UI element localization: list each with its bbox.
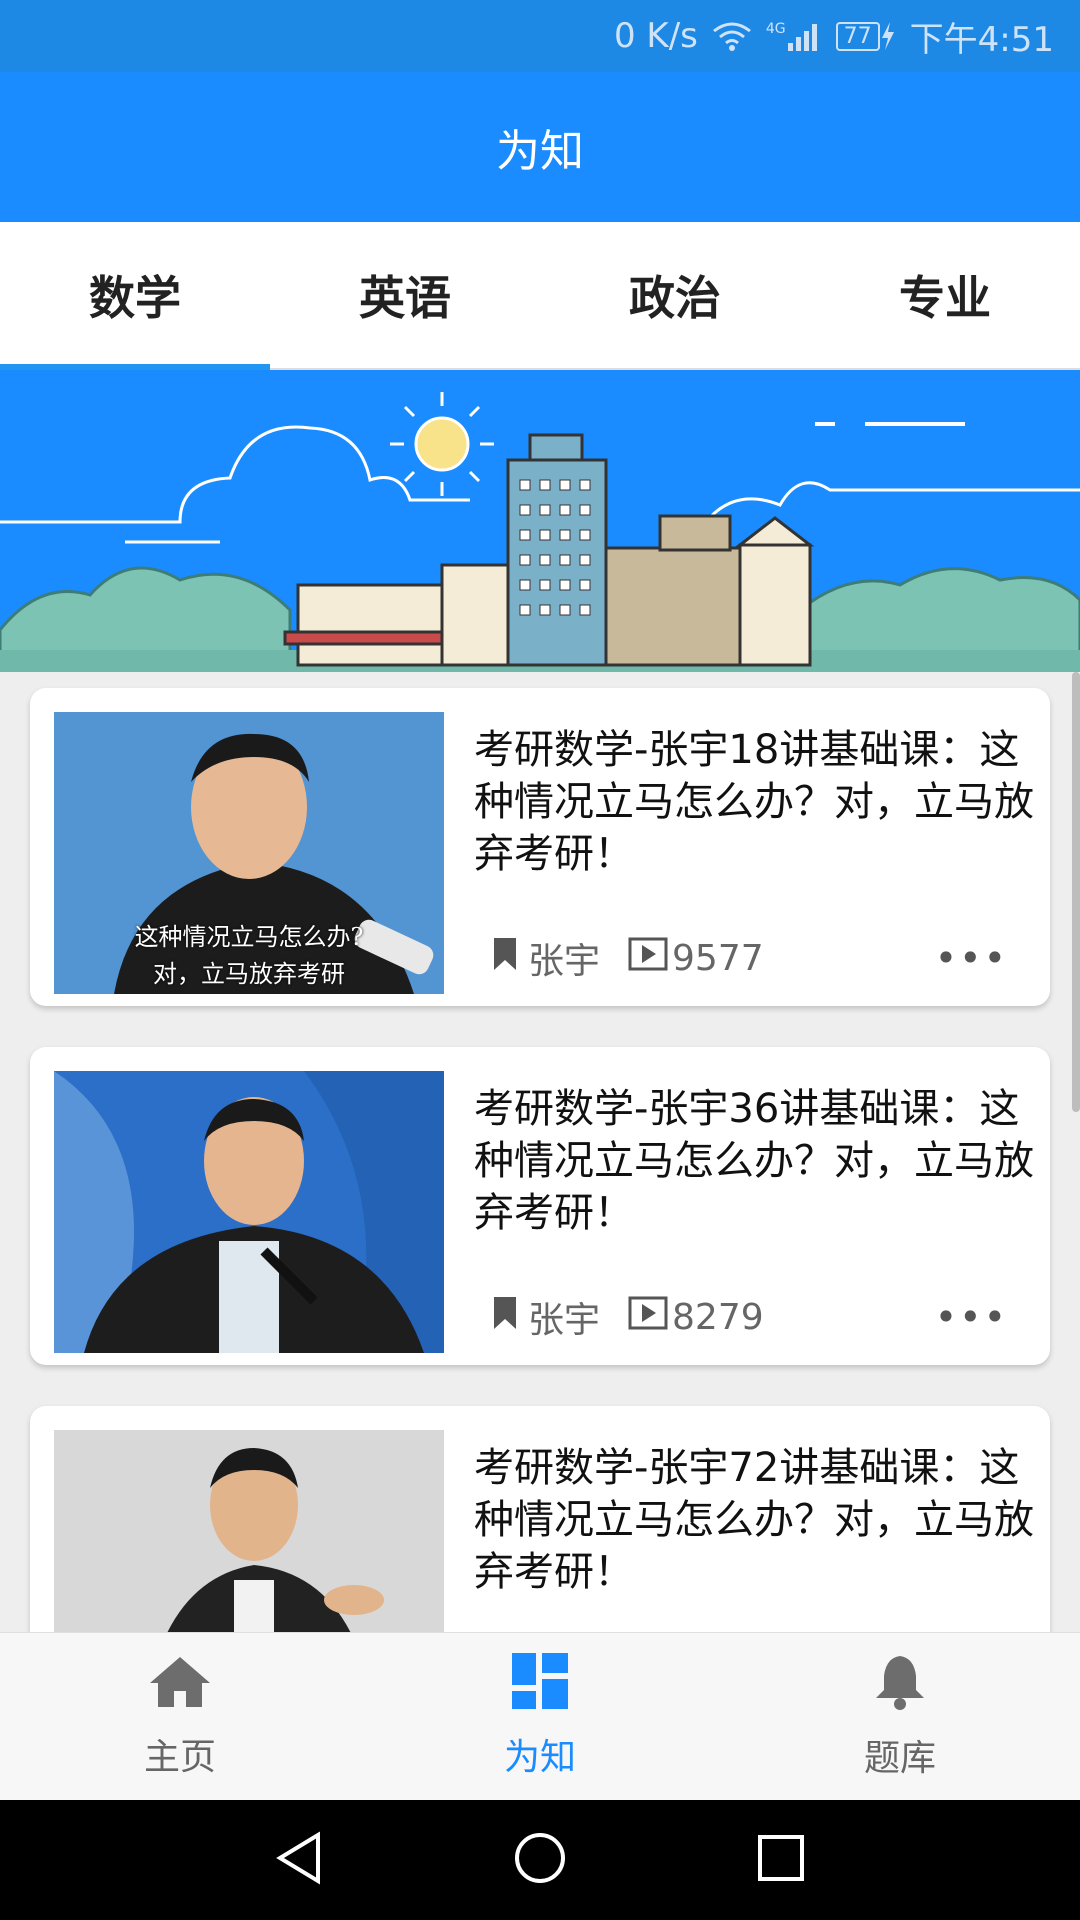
video-card[interactable]: 考研数学-张宇72讲基础课：这种情况立马怎么办？对，立马放弃考研！ (30, 1406, 1050, 1632)
tab-label: 政治 (629, 271, 721, 325)
app-bar: 为知 (0, 72, 1080, 222)
bookmark-icon (492, 1295, 518, 1340)
video-meta: 张宇 8279 (492, 1291, 764, 1343)
tab-label: 英语 (359, 271, 451, 325)
home-icon (148, 1653, 212, 1718)
page-title: 为知 (496, 126, 584, 177)
author-name: 张宇 (528, 941, 601, 982)
scrollbar[interactable] (1072, 672, 1080, 1112)
wifi-icon (712, 21, 752, 51)
network-type: 4G (765, 21, 786, 37)
nav-weizhi[interactable]: 为知 (360, 1633, 720, 1800)
network-speed: 0 K/s (613, 16, 698, 56)
video-meta: 张宇 9577 (492, 932, 764, 984)
banner-illustration[interactable] (0, 370, 1080, 672)
tab-label: 专业 (899, 271, 991, 325)
more-options-icon[interactable]: ••• (935, 936, 1008, 980)
video-title[interactable]: 考研数学-张宇36讲基础课：这种情况立马怎么办？对，立马放弃考研！ (474, 1083, 1034, 1239)
subject-tabs: 数学 英语 政治 专业 (0, 222, 1080, 370)
tab-major[interactable]: 专业 (810, 222, 1080, 368)
video-thumbnail[interactable] (54, 1071, 444, 1353)
bell-icon (874, 1652, 926, 1719)
tab-label: 数学 (89, 271, 181, 325)
video-title[interactable]: 考研数学-张宇18讲基础课：这种情况立马怎么办？对，立马放弃考研！ (474, 724, 1034, 880)
bottom-navigation: 主页 为知 题库 (0, 1632, 1080, 1800)
video-card[interactable]: 考研数学-张宇36讲基础课：这种情况立马怎么办？对，立马放弃考研！ 张宇 827… (30, 1047, 1050, 1365)
status-bar: 0 K/s 4G 77 下午4:51 (0, 0, 1080, 72)
more-options-icon[interactable]: ••• (935, 1295, 1008, 1339)
nav-home[interactable]: 主页 (0, 1633, 360, 1800)
video-thumbnail[interactable] (54, 1430, 444, 1632)
battery-icon: 77 (835, 21, 896, 51)
bookmark-icon (492, 936, 518, 981)
video-thumbnail[interactable]: 这种情况立马怎么办? 对，立马放弃考研 (54, 712, 444, 994)
play-count: 8279 (672, 1296, 764, 1338)
video-list: 这种情况立马怎么办? 对，立马放弃考研 考研数学-张宇18讲基础课：这种情况立马… (0, 672, 1080, 1632)
video-title[interactable]: 考研数学-张宇72讲基础课：这种情况立马怎么办？对，立马放弃考研！ (474, 1442, 1034, 1598)
nav-question-bank[interactable]: 题库 (720, 1633, 1080, 1800)
play-count: 9577 (672, 937, 764, 979)
thumbnail-caption: 对，立马放弃考研 (153, 960, 345, 988)
tab-english[interactable]: 英语 (270, 222, 540, 368)
play-count-icon (628, 1296, 668, 1339)
author-name: 张宇 (528, 1300, 601, 1341)
battery-level: 77 (835, 21, 880, 51)
system-navigation-bar (0, 1800, 1080, 1920)
tab-politics[interactable]: 政治 (540, 222, 810, 368)
clock: 下午4:51 (909, 19, 1054, 60)
nav-label: 主页 (143, 1737, 216, 1778)
back-icon[interactable] (274, 1831, 324, 1889)
dashboard-icon (512, 1653, 568, 1718)
play-count-icon (628, 937, 668, 980)
home-circle-icon[interactable] (513, 1831, 567, 1889)
signal-icon: 4G (766, 21, 822, 51)
recents-icon[interactable] (756, 1833, 806, 1887)
nav-label: 题库 (863, 1738, 936, 1779)
thumbnail-caption: 这种情况立马怎么办? (134, 923, 364, 951)
nav-label: 为知 (503, 1737, 576, 1778)
tab-math[interactable]: 数学 (0, 222, 270, 370)
video-card[interactable]: 这种情况立马怎么办? 对，立马放弃考研 考研数学-张宇18讲基础课：这种情况立马… (30, 688, 1050, 1006)
